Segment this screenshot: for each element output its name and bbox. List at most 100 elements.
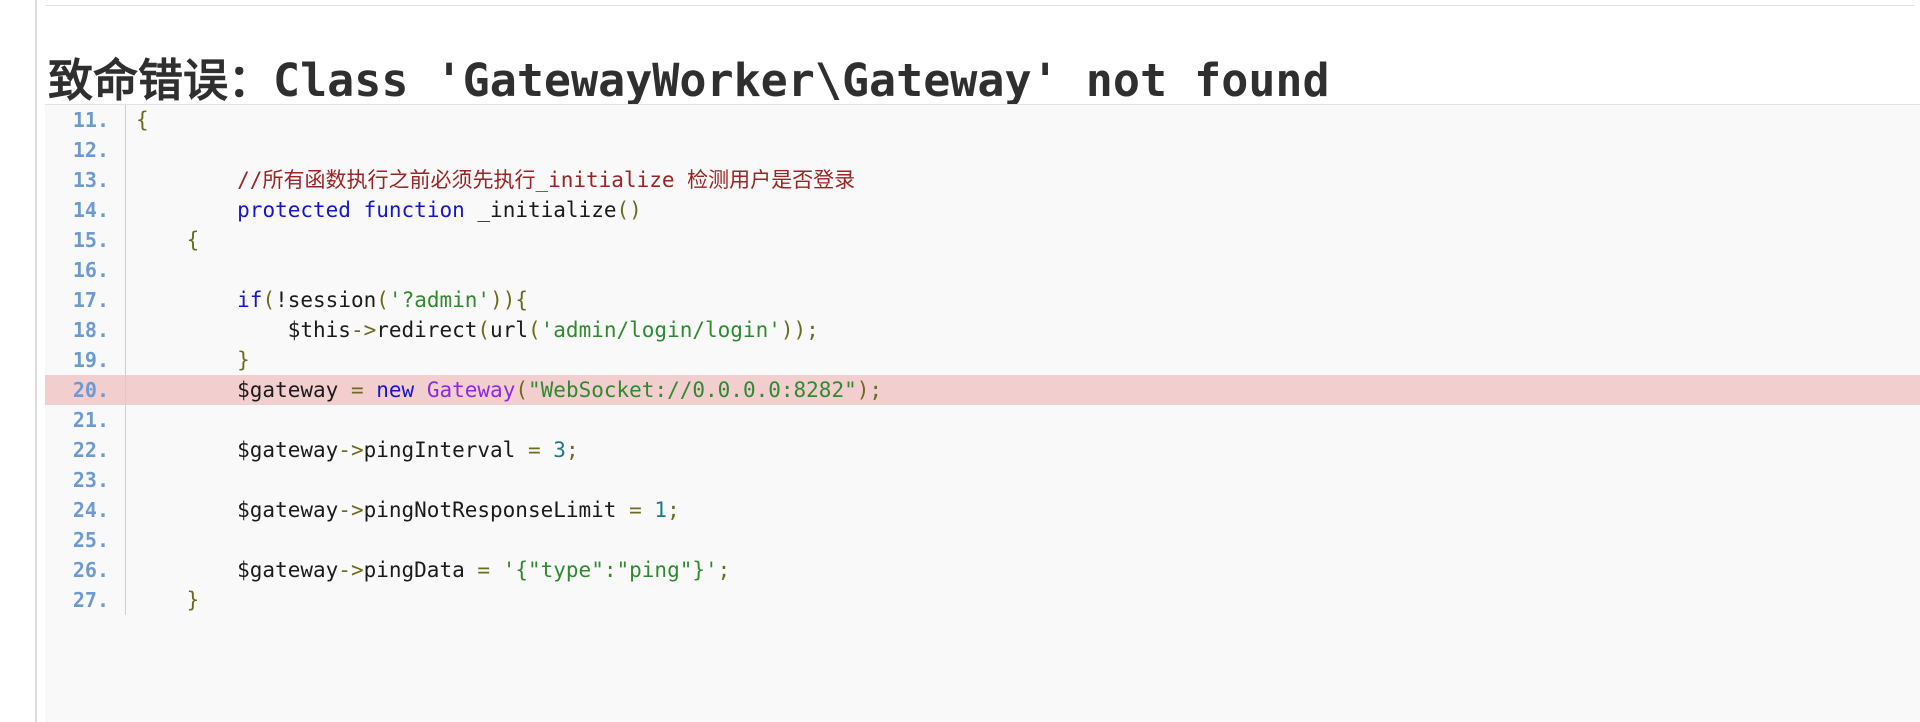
- code-text: $gateway = new Gateway("WebSocket://0.0.…: [126, 375, 1920, 405]
- code-text: $this->redirect(url('admin/login/login')…: [126, 315, 1920, 345]
- line-number: 23.: [72, 468, 109, 492]
- top-divider: [45, 5, 1915, 6]
- code-text: {: [126, 105, 1920, 135]
- line-number: 26.: [72, 558, 109, 582]
- token-plain: $gateway: [136, 438, 339, 462]
- code-text: $gateway->pingInterval = 3;: [126, 435, 1920, 465]
- token-kw: if: [237, 288, 263, 312]
- gutter-divider: [125, 255, 126, 285]
- token-plain: $gateway: [136, 498, 339, 522]
- token-kw: protected: [237, 198, 351, 222]
- token-punc: )){: [490, 288, 529, 312]
- token-op: =: [527, 438, 541, 462]
- code-line: 12.: [45, 135, 1920, 165]
- code-text: $gateway->pingNotResponseLimit = 1;: [126, 495, 1920, 525]
- gutter-divider: [125, 525, 126, 555]
- token-op: ->: [338, 438, 364, 462]
- token-op: ->: [338, 498, 364, 522]
- code-line: 23.: [45, 465, 1920, 495]
- gutter-divider: [125, 135, 126, 165]
- token-punc: );: [856, 378, 883, 402]
- line-number: 12.: [72, 138, 109, 162]
- token-num: 1: [654, 498, 668, 522]
- line-number: 19.: [72, 348, 109, 372]
- token-plain: pingData: [363, 558, 478, 582]
- code-line: 18. $this->redirect(url('admin/login/log…: [45, 315, 1920, 345]
- token-punc: (): [616, 198, 642, 222]
- code-text: }: [126, 345, 1920, 375]
- token-plain: url: [490, 318, 528, 342]
- token-plain: pingInterval: [363, 438, 528, 462]
- code-line: 15. {: [45, 225, 1920, 255]
- token-punc: (: [515, 378, 529, 402]
- token-op: =: [477, 558, 491, 582]
- line-number: 11.: [72, 108, 109, 132]
- token-plain: _initialize: [464, 198, 617, 222]
- line-number: 16.: [72, 258, 109, 282]
- code-text: //所有函数执行之前必须先执行_initialize 检测用户是否登录: [126, 165, 1920, 195]
- token-str: 'admin/login/login': [540, 318, 781, 342]
- line-number: 25.: [72, 528, 109, 552]
- line-number: 15.: [72, 228, 109, 252]
- code-line: 22. $gateway->pingInterval = 3;: [45, 435, 1920, 465]
- code-line: 19. }: [45, 345, 1920, 375]
- token-punc: (: [262, 288, 276, 312]
- code-line: 20. $gateway = new Gateway("WebSocket://…: [45, 375, 1920, 405]
- token-punc: {: [186, 228, 200, 252]
- gutter-divider: [125, 465, 126, 495]
- token-op: =: [629, 498, 642, 522]
- code-line: 13. //所有函数执行之前必须先执行_initialize 检测用户是否登录: [45, 165, 1920, 195]
- trace-left-rule: [35, 0, 37, 722]
- token-str: '?admin': [388, 288, 491, 312]
- token-plain: $this: [136, 318, 351, 342]
- token-plain: $gateway: [136, 378, 351, 402]
- line-number: 13.: [72, 168, 109, 192]
- code-text: }: [126, 585, 1920, 615]
- token-plain: pingNotResponseLimit: [363, 498, 630, 522]
- token-punc: (: [527, 318, 541, 342]
- token-kw: function: [363, 198, 465, 222]
- token-op: ->: [350, 318, 377, 342]
- line-number: 21.: [72, 408, 109, 432]
- token-punc: {: [136, 108, 149, 132]
- error-page: 致命错误：Class 'GatewayWorker\Gateway' not f…: [0, 0, 1920, 722]
- line-number: 18.: [72, 318, 109, 342]
- token-punc: }: [237, 348, 250, 372]
- token-punc: }: [186, 588, 200, 612]
- gutter-divider: [125, 405, 126, 435]
- code-line: 17. if(!session('?admin')){: [45, 285, 1920, 315]
- code-line: 25.: [45, 525, 1920, 555]
- token-punc: (: [376, 288, 389, 312]
- token-op: =: [350, 378, 364, 402]
- code-text: $gateway->pingData = '{"type":"ping"}';: [126, 555, 1920, 585]
- code-line: 14. protected function _initialize(): [45, 195, 1920, 225]
- code-line: 24. $gateway->pingNotResponseLimit = 1;: [45, 495, 1920, 525]
- token-punc: (: [477, 318, 491, 342]
- code-line: 27. }: [45, 585, 1920, 615]
- token-punc: ;: [667, 498, 680, 522]
- line-number: 20.: [72, 378, 109, 402]
- token-str: "WebSocket://0.0.0.0:8282": [528, 378, 857, 402]
- code-line-list: 11. {12. 13. //所有函数执行之前必须先执行_initialize 检测…: [45, 105, 1920, 615]
- code-text: if(!session('?admin')){: [126, 285, 1920, 315]
- token-punc: ));: [780, 318, 819, 342]
- line-number: 22.: [72, 438, 109, 462]
- line-number: 27.: [72, 588, 109, 612]
- page-title: 致命错误：Class 'GatewayWorker\Gateway' not f…: [48, 54, 1330, 108]
- token-str: '{"type":"ping"}': [502, 558, 718, 582]
- token-punc: ;: [717, 558, 731, 582]
- token-kw: new: [376, 378, 415, 402]
- token-plain: $gateway: [136, 558, 339, 582]
- token-cls: Gateway: [426, 378, 516, 402]
- code-text: {: [126, 225, 1920, 255]
